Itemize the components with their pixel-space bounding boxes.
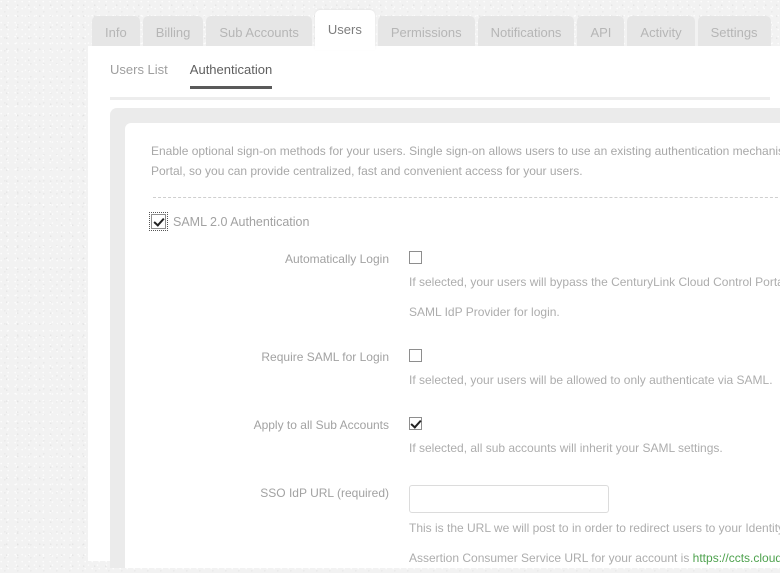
settings-inner-card: Enable optional sign-on methods for your…: [125, 123, 780, 568]
sso-idp-url-input[interactable]: [409, 485, 609, 513]
automatically-login-label: Automatically Login: [284, 252, 389, 266]
acs-url-line: Assertion Consumer Service URL for your …: [409, 543, 780, 573]
automatically-login-help-block: If selected, your users will bypass the …: [409, 267, 780, 327]
tab-api[interactable]: API: [577, 16, 625, 50]
settings-outer-card: Enable optional sign-on methods for your…: [110, 108, 780, 568]
tab-info[interactable]: Info: [92, 16, 140, 50]
sso-idp-url-control: [409, 485, 780, 513]
saml-authentication-label: SAML 2.0 Authentication: [173, 214, 310, 229]
tab-notifications[interactable]: Notifications: [477, 16, 575, 50]
require-saml-for-login-control: [409, 349, 780, 365]
apply-to-all-sub-accounts-help-line: If selected, all sub accounts will inher…: [409, 441, 723, 455]
sub-navigation-rule: [110, 97, 770, 100]
automatically-login-row: Automatically Login: [151, 251, 780, 267]
account-tab-bar: Info Billing Sub Accounts Users Permissions N…: [88, 0, 780, 50]
intro-line-1: Enable optional sign-on methods for your…: [151, 144, 780, 158]
sso-idp-url-row: SSO IdP URL (required): [151, 485, 780, 513]
tab-billing[interactable]: Billing: [142, 16, 204, 50]
intro-line-2: Portal, so you can provide centralized, …: [151, 164, 583, 178]
automatically-login-control: [409, 251, 780, 267]
apply-to-all-sub-accounts-checkbox[interactable]: [409, 417, 422, 430]
require-saml-for-login-label: Require SAML for Login: [261, 350, 389, 364]
section-divider: [153, 197, 780, 198]
sso-idp-url-help-block: This is the URL we will post to in order…: [409, 513, 780, 573]
tab-settings[interactable]: Settings: [697, 16, 771, 50]
acs-url-link[interactable]: https://ccts.cloudportal.io/SAMLAuth/Pos…: [693, 551, 780, 565]
saml-fields-container: Automatically Login If selected, your use…: [151, 251, 780, 463]
automatically-login-help-line: If selected, your users will bypass the …: [409, 275, 780, 289]
apply-to-all-sub-accounts-control: [409, 417, 780, 433]
content-panel: Users List Authentication Enable optional…: [88, 46, 780, 568]
apply-to-all-sub-accounts-row: Apply to all Sub Accounts: [151, 417, 780, 433]
require-saml-for-login-help-block: If selected, your users will be allowed …: [409, 365, 780, 395]
require-saml-for-login-checkbox[interactable]: [409, 349, 422, 362]
apply-to-all-sub-accounts-label: Apply to all Sub Accounts: [253, 418, 389, 432]
sso-idp-url-label: SSO IdP URL (required): [260, 486, 389, 500]
tab-users[interactable]: Users: [314, 10, 375, 50]
acs-url-prefix: Assertion Consumer Service URL for your …: [409, 551, 693, 565]
require-saml-for-login-row: Require SAML for Login: [151, 349, 780, 365]
subnav-item-users-list[interactable]: Users List: [110, 62, 168, 89]
automatically-login-help-line: SAML IdP Provider for login.: [409, 305, 560, 319]
subnav-item-authentication[interactable]: Authentication: [189, 62, 273, 89]
sso-idp-url-help-text: This is the URL we will post to in order…: [409, 521, 780, 535]
automatically-login-checkbox[interactable]: [409, 251, 422, 264]
saml-authentication-checkbox[interactable]: [149, 212, 168, 231]
apply-to-all-sub-accounts-help-block: If selected, all sub accounts will inher…: [409, 433, 780, 463]
saml-authentication-toggle-row[interactable]: SAML 2.0 Authentication: [149, 212, 780, 231]
sub-navigation: Users List Authentication: [110, 62, 273, 89]
require-saml-for-login-help-line: If selected, your users will be allowed …: [409, 373, 773, 387]
tab-activity[interactable]: Activity: [627, 16, 695, 50]
tab-permissions[interactable]: Permissions: [377, 16, 475, 50]
tab-sub-accounts[interactable]: Sub Accounts: [206, 16, 312, 50]
